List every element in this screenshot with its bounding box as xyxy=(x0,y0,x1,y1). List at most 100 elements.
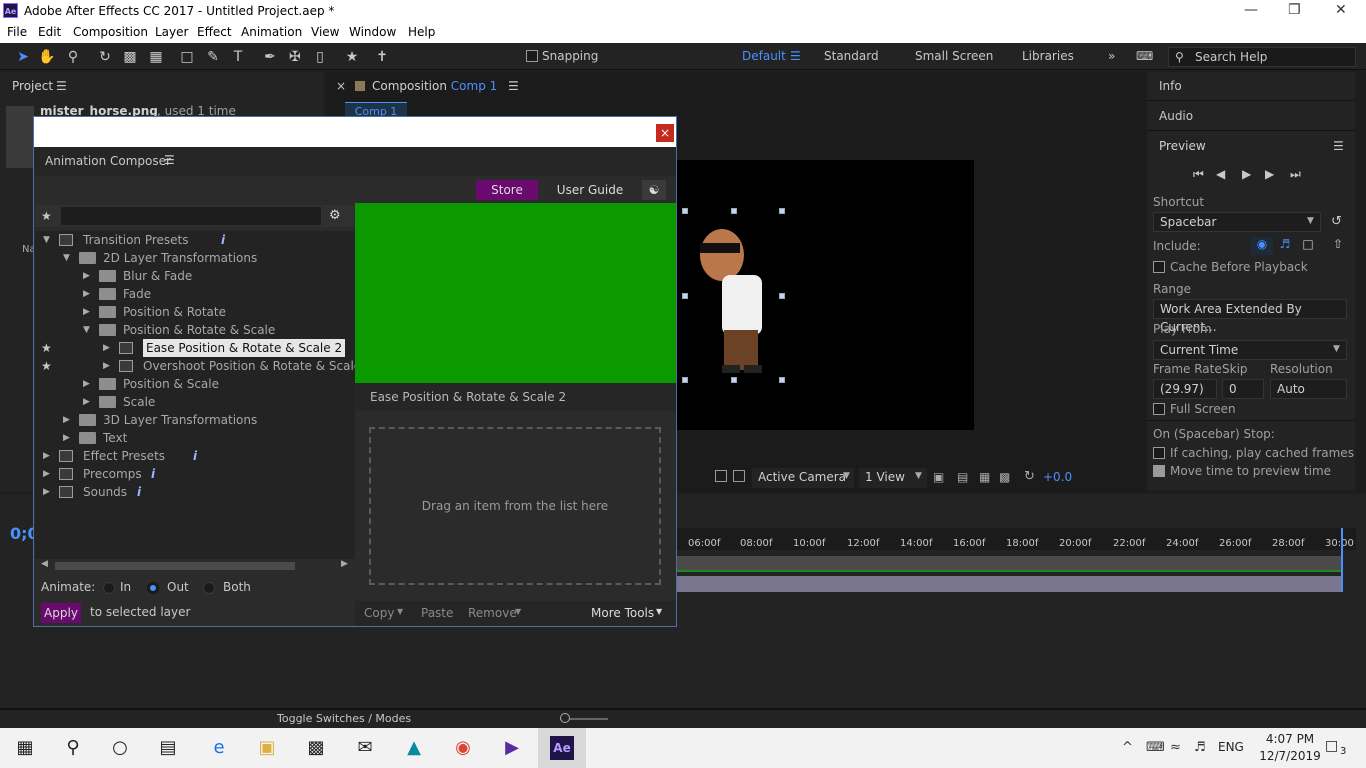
tree-item[interactable]: ▼ Transition Presets i xyxy=(35,231,355,249)
zoom-slider-thumb[interactable] xyxy=(560,713,570,723)
last-frame-icon[interactable]: ⏭ xyxy=(1290,167,1301,182)
audio-tab[interactable]: Audio xyxy=(1159,109,1193,123)
favorite-star-icon[interactable]: ★ xyxy=(41,339,52,357)
puppet-tool-icon[interactable]: ✝ xyxy=(373,48,391,66)
composition-menu-icon[interactable]: ☰ xyxy=(508,79,519,93)
expand-closed-icon[interactable]: ▶ xyxy=(103,357,110,375)
frame-rate-select[interactable]: (29.97) xyxy=(1153,379,1217,399)
workspace-small-screen[interactable]: Small Screen xyxy=(915,49,993,63)
export-icon[interactable]: ⇧ xyxy=(1328,237,1348,255)
chrome-icon[interactable]: ◉ xyxy=(450,736,476,760)
workspace-overflow-icon[interactable]: » xyxy=(1108,49,1115,63)
preview-menu-icon[interactable]: ☰ xyxy=(1333,139,1344,153)
camera-select[interactable]: Active Camera xyxy=(752,468,854,488)
expand-closed-icon[interactable]: ▶ xyxy=(83,393,90,411)
volume-icon[interactable]: ♬ xyxy=(1194,740,1206,755)
project-tab[interactable]: Project xyxy=(12,79,53,93)
expand-closed-icon[interactable]: ▶ xyxy=(63,411,70,429)
store-icon[interactable]: ▩ xyxy=(303,736,329,760)
selection-handle[interactable] xyxy=(682,377,688,383)
search-icon[interactable]: ⚲ xyxy=(60,736,86,760)
pan-behind-tool-icon[interactable]: ▦ xyxy=(147,48,165,66)
tree-item[interactable]: ▼ Position & Rotate & Scale xyxy=(35,321,355,339)
composition-tab-name[interactable]: Comp 1 xyxy=(451,79,497,93)
region-of-interest-icon[interactable] xyxy=(715,470,727,482)
cache-before-playback-checkbox[interactable] xyxy=(1153,261,1165,273)
expand-closed-icon[interactable]: ▶ xyxy=(83,375,90,393)
zoom-tool-icon[interactable]: ⚲ xyxy=(64,48,82,66)
eraser-tool-icon[interactable]: ▯ xyxy=(311,48,329,66)
expand-closed-icon[interactable]: ▶ xyxy=(43,447,50,465)
expand-open-icon[interactable]: ▼ xyxy=(83,321,90,339)
tree-item[interactable]: ▶ Blur & Fade xyxy=(35,267,355,285)
tree-item[interactable]: ▶ Precomps i xyxy=(35,465,355,483)
camera-tool-icon[interactable]: ▩ xyxy=(121,48,139,66)
user-guide-button[interactable]: User Guide xyxy=(548,180,632,200)
reset-exposure-icon[interactable]: ↻ xyxy=(1024,469,1035,484)
snapping-checkbox[interactable] xyxy=(526,50,538,62)
hand-tool-icon[interactable]: ✋ xyxy=(38,48,56,66)
expand-closed-icon[interactable]: ▶ xyxy=(63,429,70,447)
skip-select[interactable]: 0 xyxy=(1222,379,1264,399)
store-button[interactable]: Store xyxy=(476,180,538,200)
timeline-icon[interactable]: ▦ xyxy=(979,470,990,484)
transparency-grid-icon[interactable] xyxy=(733,470,745,482)
favorites-star-icon[interactable]: ★ xyxy=(41,209,52,223)
workspace-edit-icon[interactable]: ⌨ xyxy=(1136,49,1153,63)
favorite-star-icon[interactable]: ★ xyxy=(41,357,52,375)
roto-tool-icon[interactable]: ★ xyxy=(343,48,361,66)
account-icon[interactable]: ☯ xyxy=(642,180,666,200)
workspace-standard[interactable]: Standard xyxy=(824,49,879,63)
selection-handle[interactable] xyxy=(731,208,737,214)
layer-bar[interactable] xyxy=(676,576,1342,592)
menu-file[interactable]: File xyxy=(7,25,27,39)
expand-closed-icon[interactable]: ▶ xyxy=(83,303,90,321)
next-frame-icon[interactable]: ▶ xyxy=(1265,167,1274,181)
flowchart-icon[interactable]: ▩ xyxy=(999,470,1010,484)
expand-open-icon[interactable]: ▼ xyxy=(43,231,50,249)
include-overlay-icon[interactable]: □ xyxy=(1298,237,1318,255)
info-icon[interactable]: i xyxy=(193,447,197,465)
scroll-thumb[interactable] xyxy=(55,562,295,570)
tree-item[interactable]: ▼ 2D Layer Transformations xyxy=(35,249,355,267)
tree-item[interactable]: ▶ Fade xyxy=(35,285,355,303)
resolution-select[interactable]: Auto xyxy=(1270,379,1347,399)
file-explorer-icon[interactable]: ▣ xyxy=(254,736,280,760)
playhead[interactable] xyxy=(1341,528,1343,592)
play-from-select[interactable]: Current Time xyxy=(1153,340,1347,360)
remove-button[interactable]: Remove xyxy=(468,606,517,620)
include-audio-icon[interactable]: ♬ xyxy=(1275,237,1295,255)
input-indicator-icon[interactable]: ⌨ xyxy=(1146,740,1165,755)
animate-in-radio[interactable] xyxy=(103,582,115,594)
exposure-value[interactable]: +0.0 xyxy=(1043,470,1072,484)
network-icon[interactable]: ≈ xyxy=(1170,740,1181,755)
scroll-left-icon[interactable]: ◀ xyxy=(41,559,48,569)
restore-icon[interactable]: ❐ xyxy=(1288,2,1301,18)
search-help-input[interactable]: ⚲ Search Help xyxy=(1168,47,1356,67)
tree-item[interactable]: ★ ▶ Overshoot Position & Rotate & Scale 4 xyxy=(35,357,373,375)
menu-layer[interactable]: Layer xyxy=(155,25,188,39)
info-icon[interactable]: i xyxy=(221,231,225,249)
animate-out-radio[interactable] xyxy=(147,582,159,594)
tree-item[interactable]: ▶ Position & Rotate xyxy=(35,303,355,321)
preview-tab[interactable]: Preview xyxy=(1159,139,1206,153)
tree-item[interactable]: ▶ Position & Scale xyxy=(35,375,355,393)
dialog-close-button[interactable]: × xyxy=(656,124,674,142)
menu-edit[interactable]: Edit xyxy=(38,25,61,39)
fast-previews-icon[interactable]: ▤ xyxy=(957,470,968,484)
notification-icon[interactable]: □ xyxy=(1325,738,1338,754)
work-area-bar[interactable] xyxy=(676,556,1342,572)
pen-tool-icon[interactable]: ✎ xyxy=(204,48,222,66)
expand-closed-icon[interactable]: ▶ xyxy=(83,267,90,285)
full-screen-checkbox[interactable] xyxy=(1153,403,1165,415)
range-select[interactable]: Work Area Extended By Current... xyxy=(1153,299,1347,334)
animate-both-radio[interactable] xyxy=(203,582,215,594)
windows-start-icon[interactable]: ▦ xyxy=(12,736,38,760)
brush-tool-icon[interactable]: ✒ xyxy=(261,48,279,66)
reset-shortcut-icon[interactable]: ↺ xyxy=(1331,214,1342,229)
apply-button[interactable]: Apply xyxy=(41,603,81,623)
clock-date[interactable]: 12/7/2019 xyxy=(1256,749,1324,763)
media-player-icon[interactable]: ▶ xyxy=(499,736,525,760)
selection-handle[interactable] xyxy=(731,377,737,383)
edge-icon[interactable]: e xyxy=(206,736,232,760)
